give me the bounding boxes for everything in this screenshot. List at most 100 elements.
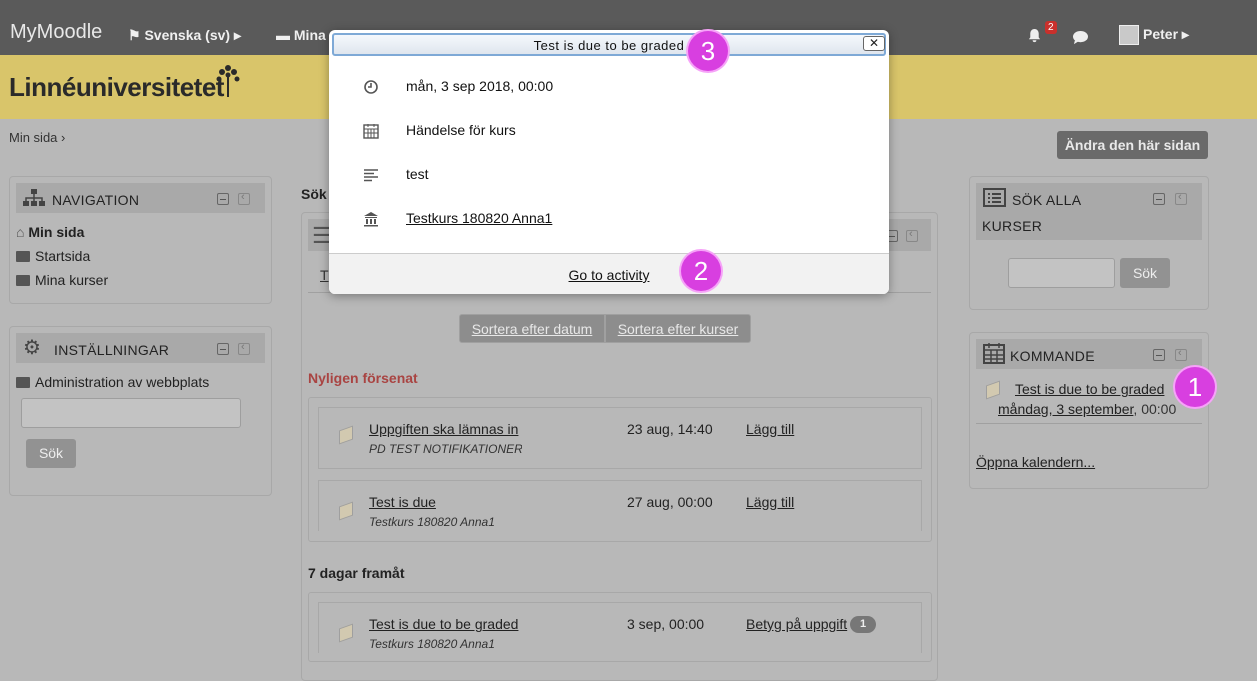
- avatar[interactable]: [1119, 25, 1139, 45]
- event-item: [318, 407, 922, 469]
- settings-title: INSTÄLLNINGAR: [54, 342, 170, 358]
- language-label: Svenska (sv): [144, 27, 231, 43]
- tab-timeline[interactable]: T: [320, 267, 329, 283]
- popup-event-type: Händelse för kurs: [406, 122, 516, 138]
- upcoming-date-link[interactable]: måndag, 3 september: [998, 401, 1133, 417]
- clock-icon: [364, 80, 378, 94]
- upcoming-events-block: KOMMANDE Test is due to be graded måndag…: [969, 332, 1209, 489]
- sitemap-icon: [23, 189, 45, 206]
- overdue-heading: Nyligen försenat: [308, 370, 418, 386]
- edit-page-button[interactable]: Ändra den här sidan: [1057, 131, 1208, 159]
- language-menu[interactable]: ⚑ Svenska (sv) ▸: [128, 27, 241, 44]
- next-7-days-heading: 7 dagar framåt: [308, 565, 405, 581]
- navigation-block: NAVIGATION ⌂ Min sida Startsida Mina kur…: [9, 176, 272, 304]
- dock-icon[interactable]: [906, 228, 918, 242]
- popup-title: Test is due to be graded: [533, 38, 685, 53]
- sort-by-course-button[interactable]: Sortera efter kurser: [605, 314, 751, 343]
- user-menu[interactable]: Peter ▸: [1143, 26, 1189, 43]
- center-title: Sök: [301, 186, 327, 202]
- event-name-link[interactable]: Test is due: [369, 494, 436, 510]
- event-action-link[interactable]: Lägg till: [746, 421, 794, 437]
- popup-datetime: mån, 3 sep 2018, 00:00: [406, 78, 554, 94]
- settings-search-button[interactable]: Sök: [26, 439, 76, 468]
- event-course: Testkurs 180820 Anna1: [369, 637, 495, 651]
- folder-icon: [16, 377, 30, 388]
- my-courses-menu[interactable]: ▬ Mina: [276, 27, 326, 43]
- assignment-icon: [986, 380, 1000, 400]
- admin-site-item[interactable]: Administration av webbplats: [16, 374, 209, 390]
- upcoming-time: , 00:00: [1133, 401, 1177, 417]
- popup-description: test: [406, 166, 429, 182]
- breadcrumb: Min sida ›: [9, 130, 65, 145]
- search-courses-title-2: KURSER: [982, 218, 1043, 234]
- flag-icon: ⚑: [128, 27, 141, 43]
- event-course: PD TEST NOTIFIKATIONER: [369, 442, 522, 456]
- chat-icon[interactable]: [1072, 30, 1089, 45]
- home-icon: ⌂: [16, 224, 25, 240]
- settings-block: ⚙ INSTÄLLNINGAR Administration av webbpl…: [9, 326, 272, 496]
- user-name: Peter: [1143, 26, 1179, 42]
- breadcrumb-my-page[interactable]: Min sida: [9, 130, 57, 145]
- popup-course-link[interactable]: Testkurs 180820 Anna1: [406, 210, 552, 226]
- popup-header: Test is due to be graded ✕: [332, 33, 886, 56]
- divider: [976, 423, 1202, 424]
- dock-icon[interactable]: [1175, 191, 1187, 205]
- brand-link[interactable]: MyMoodle: [10, 21, 102, 44]
- course-search-button[interactable]: Sök: [1120, 258, 1170, 288]
- collapse-icon[interactable]: [1153, 349, 1165, 361]
- upcoming-title: KOMMANDE: [1010, 348, 1095, 364]
- event-date: 27 aug, 00:00: [627, 494, 713, 510]
- nav-item-label: Min sida: [28, 224, 85, 240]
- event-popup-dialog: Test is due to be graded ✕ mån, 3 sep 20…: [329, 30, 889, 294]
- collapse-icon[interactable]: [1153, 193, 1165, 205]
- count-badge: 1: [850, 616, 876, 633]
- event-name-link[interactable]: Uppgiften ska lämnas in: [369, 421, 518, 437]
- nav-item-label: Startsida: [35, 248, 91, 264]
- gears-icon: ⚙: [23, 337, 41, 359]
- calendar-icon: [363, 124, 379, 139]
- calendar-icon: [983, 343, 1005, 364]
- upcoming-event-date: måndag, 3 september, 00:00: [998, 401, 1176, 417]
- callout-marker-2: 2: [681, 251, 721, 291]
- event-name-link[interactable]: Test is due to be graded: [369, 616, 518, 632]
- search-courses-title-1: SÖK ALLA: [1012, 192, 1082, 208]
- dock-icon[interactable]: [1175, 347, 1187, 361]
- university-logo[interactable]: Linnéuniversitetet: [9, 72, 224, 103]
- notification-count-badge: 2: [1045, 21, 1057, 34]
- grade-assignment-link[interactable]: Betyg på uppgift: [746, 616, 847, 632]
- upcoming-event-link[interactable]: Test is due to be graded: [1015, 381, 1164, 397]
- tree-logo-icon: [216, 65, 240, 97]
- list-box-icon: [983, 188, 1006, 207]
- settings-search-input[interactable]: [21, 398, 241, 428]
- course-search-input[interactable]: [1008, 258, 1115, 288]
- dock-icon[interactable]: [238, 341, 250, 355]
- admin-site-label: Administration av webbplats: [35, 374, 210, 390]
- dock-icon[interactable]: [238, 191, 250, 205]
- event-course: Testkurs 180820 Anna1: [369, 515, 495, 529]
- nav-item-home[interactable]: Startsida: [16, 248, 90, 264]
- folder-icon: [16, 251, 30, 262]
- nav-item-my-courses[interactable]: Mina kurser: [16, 272, 108, 288]
- briefcase-icon: ▬: [276, 27, 290, 43]
- navigation-title: NAVIGATION: [52, 192, 140, 208]
- event-action-link[interactable]: Lägg till: [746, 494, 794, 510]
- folder-icon: [16, 275, 30, 286]
- align-left-icon: [364, 169, 378, 182]
- bell-icon[interactable]: [1027, 28, 1042, 43]
- event-date: 3 sep, 00:00: [627, 616, 705, 632]
- collapse-icon[interactable]: [217, 343, 229, 355]
- popup-footer: Go to activity: [329, 253, 889, 294]
- collapse-icon[interactable]: [217, 193, 229, 205]
- callout-marker-1: 1: [1175, 367, 1215, 407]
- search-courses-block: SÖK ALLA KURSER Sök: [969, 176, 1209, 310]
- close-button[interactable]: ✕: [863, 36, 885, 51]
- event-date: 23 aug, 14:40: [627, 421, 713, 437]
- breadcrumb-separator: ›: [61, 130, 66, 145]
- callout-marker-3: 3: [688, 31, 728, 71]
- my-courses-label: Mina: [293, 27, 326, 43]
- institution-icon: [364, 212, 378, 227]
- open-calendar-link[interactable]: Öppna kalendern...: [976, 454, 1095, 470]
- go-to-activity-link[interactable]: Go to activity: [329, 267, 889, 283]
- nav-item-my-page[interactable]: ⌂ Min sida: [16, 224, 84, 240]
- sort-by-date-button[interactable]: Sortera efter datum: [459, 314, 605, 343]
